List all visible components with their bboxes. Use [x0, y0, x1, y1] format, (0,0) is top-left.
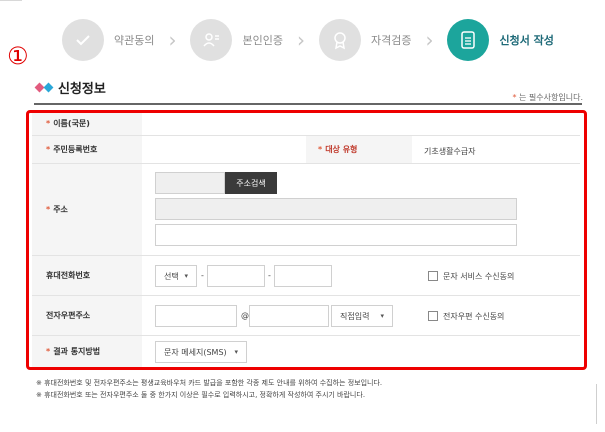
step-label: 본인인증	[242, 34, 283, 47]
step-qualification: 자격검증	[318, 14, 412, 66]
step-label-active: 신청서 작성	[499, 34, 554, 47]
table-top-divider	[34, 103, 582, 105]
required-mark: *	[512, 93, 517, 102]
required-note-text: 는 필수사항입니다.	[519, 93, 583, 102]
page-frame: 약관동의 › 본인인증 › 자격검증 › 신청서 작성 ① 신청정보 * 는 필…	[0, 0, 605, 432]
badge-icon	[318, 19, 361, 61]
diamond-bullet-icon	[34, 82, 54, 93]
chevron-right-icon: ›	[425, 28, 434, 52]
frame-corner	[557, 384, 597, 424]
step-application: 신청서 작성	[447, 14, 554, 66]
check-icon	[62, 19, 104, 61]
step-identity: 본인인증	[190, 14, 283, 66]
section-title-text: 신청정보	[58, 82, 106, 97]
section-title: 신청정보	[34, 78, 106, 97]
person-verify-icon	[190, 19, 233, 61]
required-note: * 는 필수사항입니다.	[512, 92, 583, 103]
frame-corner	[0, 0, 22, 22]
chevron-right-icon: ›	[168, 28, 177, 52]
notes: ※ 휴대전화번호 및 전자우편주소는 평생교육바우처 카드 발급을 포함한 각종…	[36, 377, 382, 401]
step-terms: 약관동의	[62, 14, 154, 66]
step-label: 자격검증	[370, 34, 412, 47]
step-label: 약관동의	[114, 34, 155, 47]
highlight-box	[26, 110, 587, 370]
note-line: ※ 휴대전화번호 또는 전자우편주소 둘 중 한가지 이상은 필수로 입력하시고…	[36, 391, 366, 399]
note-line: ※ 휴대전화번호 및 전자우편주소는 평생교육바우처 카드 발급을 포함한 각종…	[36, 379, 383, 387]
annotation-marker: ①	[7, 42, 29, 70]
chevron-right-icon: ›	[296, 28, 305, 52]
progress-steps: 약관동의 › 본인인증 › 자격검증 › 신청서 작성	[62, 14, 572, 66]
document-icon	[447, 19, 490, 61]
